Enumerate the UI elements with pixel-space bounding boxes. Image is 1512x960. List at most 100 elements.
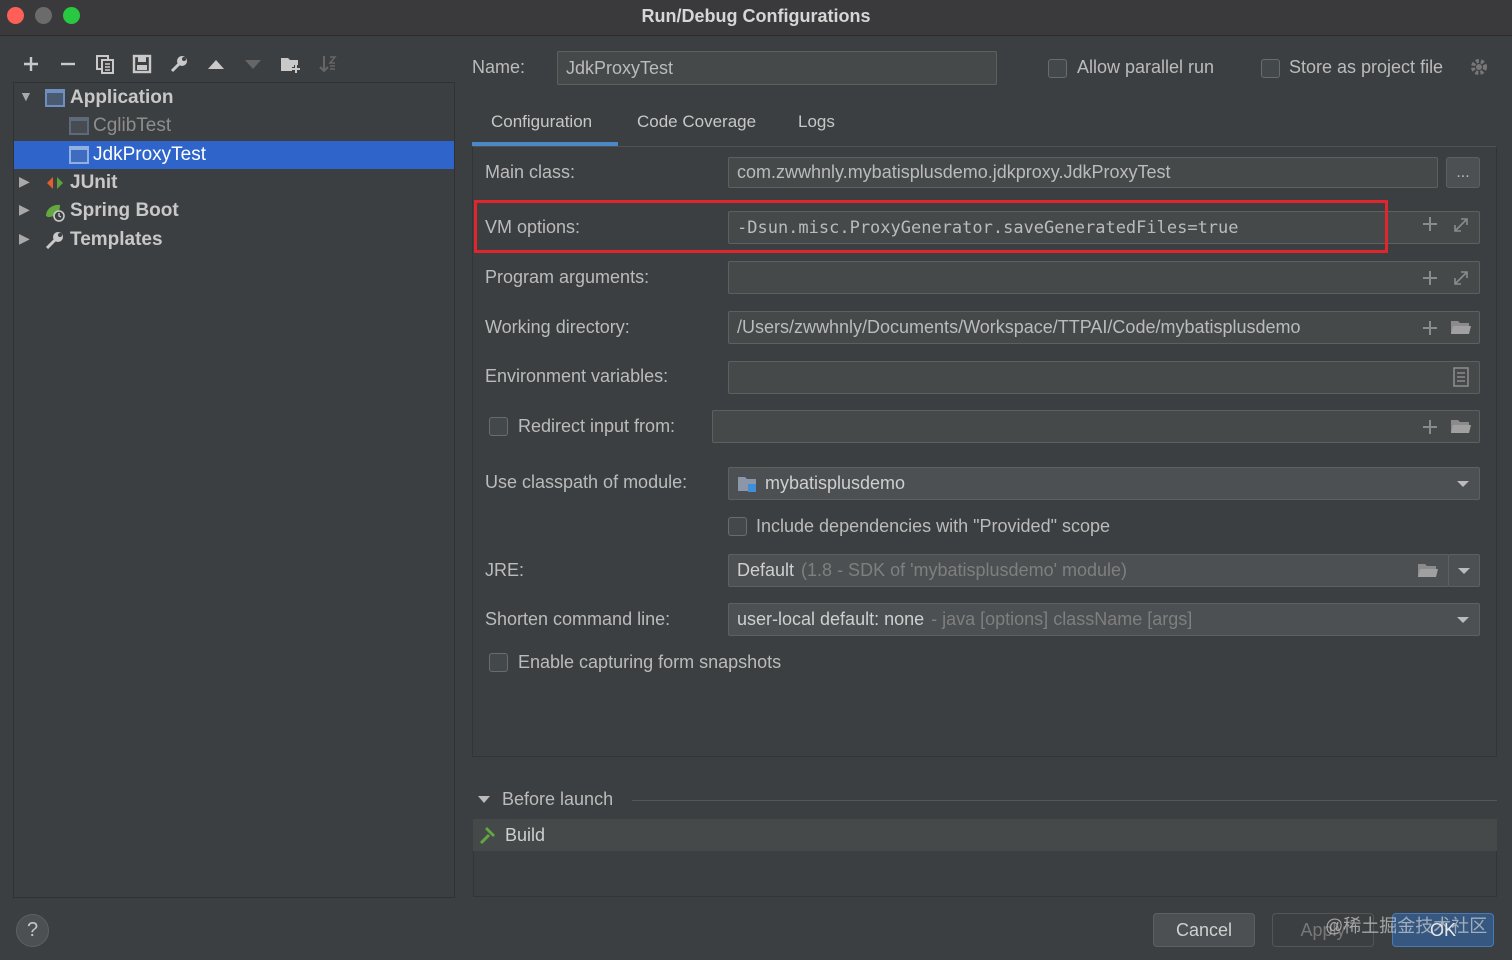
store-project-label: Store as project file [1289, 57, 1444, 77]
main-class-input[interactable]: com.zwwhnly.mybatisplusdemo.jdkproxy.Jdk… [728, 157, 1438, 188]
build-task-label: Build [505, 824, 546, 845]
chevron-down-icon[interactable] [1456, 477, 1470, 492]
browse-main-class-button[interactable]: ... [1446, 157, 1480, 188]
expand-editor-icon[interactable] [1452, 216, 1470, 240]
name-label: Name: [472, 57, 526, 77]
before-launch-divider [632, 800, 1497, 801]
sort-icon[interactable] [313, 50, 343, 78]
new-folder-icon[interactable] [276, 50, 306, 78]
form-snapshots-checkbox[interactable] [489, 653, 508, 672]
redirect-input-checkbox[interactable] [489, 417, 508, 436]
move-down-icon[interactable] [238, 50, 268, 78]
plus-icon[interactable] [1422, 418, 1438, 441]
wrench-icon [45, 231, 65, 250]
redirect-input-label: Redirect input from: [518, 416, 676, 436]
plus-icon[interactable] [1422, 269, 1438, 292]
application-icon [45, 89, 65, 107]
classpath-module-value: mybatisplusdemo [765, 473, 906, 493]
shorten-command-line-select[interactable]: user-local default: none - java [options… [728, 603, 1480, 636]
before-launch-label: Before launch [502, 789, 614, 809]
allow-parallel-checkbox[interactable] [1048, 59, 1067, 78]
expand-plus-icon[interactable] [1422, 215, 1438, 238]
environment-variables-input[interactable] [728, 361, 1480, 394]
collapse-arrow-icon[interactable]: ▶ [19, 201, 30, 218]
allow-parallel-label: Allow parallel run [1077, 57, 1215, 77]
jre-label: JRE: [485, 560, 525, 580]
tree-item-label: Spring Boot [70, 200, 179, 221]
folder-icon[interactable] [1417, 561, 1439, 585]
junit-icon [45, 174, 65, 192]
title-bar: Run/Debug Configurations [0, 0, 1512, 36]
include-dependencies-checkbox[interactable] [728, 517, 747, 536]
watermark: @稀土掘金技术社区 [1325, 916, 1488, 936]
chevron-down-icon [1458, 567, 1470, 574]
shorten-command-line-hint: - java [options] className [args] [931, 609, 1193, 629]
working-directory-input[interactable]: /Users/zwwhnly/Documents/Workspace/TTPAI… [728, 311, 1480, 344]
remove-icon[interactable] [53, 50, 83, 78]
tree-item-templates[interactable]: ▶ Templates [14, 226, 454, 254]
environment-variables-label: Environment variables: [485, 366, 669, 386]
tree-item-junit[interactable]: ▶ JUnit [14, 169, 454, 197]
name-input[interactable]: JdkProxyTest [557, 51, 997, 85]
copy-icon[interactable] [90, 50, 120, 78]
working-directory-value: /Users/zwwhnly/Documents/Workspace/TTPAI… [737, 317, 1301, 337]
help-button[interactable]: ? [16, 914, 49, 947]
include-dependencies-label: Include dependencies with "Provided" sco… [756, 516, 1111, 536]
hammer-icon [477, 825, 497, 845]
tab-configuration[interactable]: Configuration [491, 112, 592, 132]
folder-icon[interactable] [1450, 318, 1472, 342]
store-project-checkbox[interactable] [1261, 59, 1280, 78]
tab-logs[interactable]: Logs [798, 112, 835, 132]
save-icon[interactable] [127, 50, 157, 78]
gear-icon[interactable] [1469, 57, 1489, 83]
tree-item-application[interactable]: ▼ Application [14, 84, 454, 112]
tree-item-label: Application [70, 87, 174, 108]
tree-item-label: JUnit [70, 172, 118, 193]
jre-dropdown-button[interactable] [1448, 554, 1480, 587]
spring-boot-icon [44, 202, 65, 222]
move-up-icon[interactable] [201, 50, 231, 78]
expand-arrow-icon[interactable]: ▼ [19, 88, 33, 104]
cancel-button[interactable]: Cancel [1153, 913, 1255, 947]
collapse-triangle-icon [478, 795, 490, 803]
module-folder-icon [737, 475, 759, 493]
main-class-label: Main class: [485, 162, 576, 182]
tree-item-jdkproxytest[interactable]: JdkProxyTest [14, 141, 454, 169]
redirect-input-field[interactable] [712, 410, 1480, 443]
vm-options-highlight [474, 200, 1388, 253]
chevron-down-icon[interactable] [1456, 613, 1470, 628]
collapse-arrow-icon[interactable]: ▶ [19, 230, 30, 247]
program-arguments-label: Program arguments: [485, 267, 650, 287]
before-launch-list [473, 851, 1497, 897]
classpath-module-select[interactable]: mybatisplusdemo [728, 467, 1480, 500]
tree-item-label: CglibTest [93, 115, 172, 136]
expand-editor-icon[interactable] [1452, 269, 1470, 293]
edit-list-icon[interactable] [1453, 367, 1469, 393]
form-snapshots-label: Enable capturing form snapshots [518, 652, 782, 672]
wrench-icon[interactable] [164, 50, 194, 78]
config-toolbar [14, 50, 454, 80]
shorten-command-line-value: user-local default: none [737, 609, 925, 629]
jre-input[interactable]: Default (1.8 - SDK of 'mybatisplusdemo' … [728, 554, 1449, 587]
classpath-module-label: Use classpath of module: [485, 472, 688, 492]
add-icon[interactable] [16, 50, 46, 78]
jre-hint: (1.8 - SDK of 'mybatisplusdemo' module) [801, 560, 1128, 580]
before-launch-task-build[interactable]: Build [473, 819, 1497, 851]
collapse-arrow-icon[interactable]: ▶ [19, 173, 30, 190]
application-config-icon [69, 117, 89, 135]
program-arguments-input[interactable] [728, 261, 1480, 294]
tree-item-spring-boot[interactable]: ▶ Spring Boot [14, 197, 454, 225]
window-title: Run/Debug Configurations [641, 6, 871, 26]
plus-icon[interactable] [1422, 319, 1438, 342]
application-config-icon [69, 146, 89, 164]
jre-value: Default [737, 560, 795, 580]
working-directory-label: Working directory: [485, 317, 630, 337]
before-launch-header[interactable]: Before launch [477, 789, 613, 810]
tree-item-label: JdkProxyTest [93, 144, 206, 165]
tree-item-cglibtest[interactable]: CglibTest [14, 112, 454, 140]
tab-code-coverage[interactable]: Code Coverage [637, 112, 756, 132]
folder-icon[interactable] [1450, 417, 1472, 441]
tree-item-label: Templates [70, 229, 163, 250]
shorten-command-line-label: Shorten command line: [485, 609, 671, 629]
configuration-tree[interactable]: ▼ Application CglibTest JdkProxyTest ▶ J… [13, 82, 455, 898]
